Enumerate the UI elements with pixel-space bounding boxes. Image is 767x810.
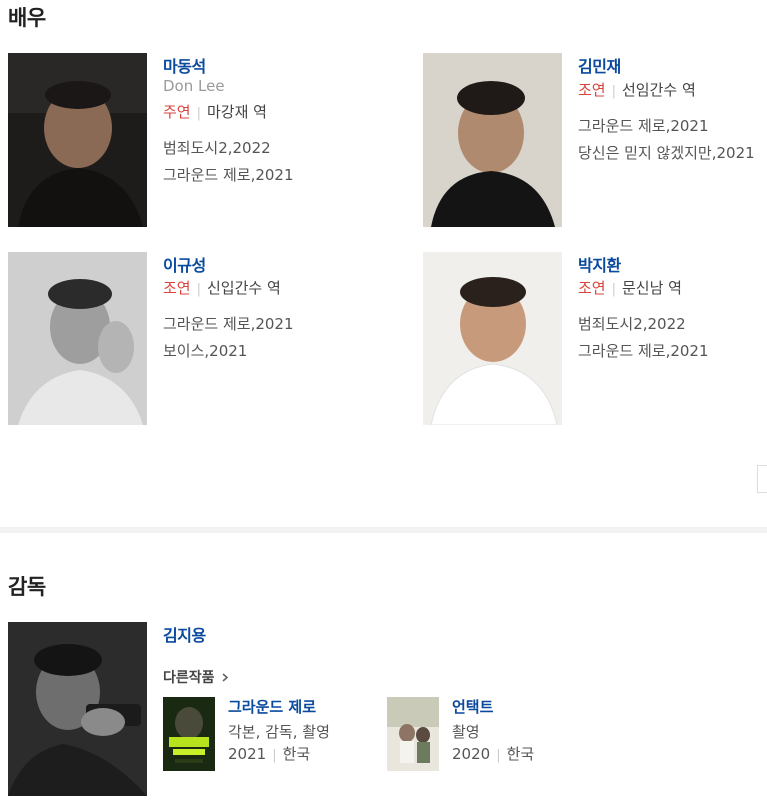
role-type-badge: 조연 [578,81,606,99]
actor-works-list: 범죄도시2,2022 그라운드 제로,2021 [578,311,709,365]
carousel-next-button[interactable] [757,465,767,493]
chevron-right-icon [222,670,229,686]
film-poster-ground-zero[interactable] [163,697,215,771]
work-link[interactable]: 보이스,2021 [163,338,294,365]
cast-section-title: 배우 [8,6,46,30]
character-name: 신입간수 역 [207,279,281,297]
actor-name-link[interactable]: 마동석 [163,53,206,77]
separator: | [196,106,201,121]
film-year-country: 2020 | 한국 [452,742,534,768]
film-title-link[interactable]: 그라운드 제로 [228,696,316,717]
actor-role-line: 조연 | 신입간수 역 [163,277,281,298]
film-poster-untact[interactable] [387,697,439,771]
separator: | [272,748,277,763]
separator: | [496,748,501,763]
work-link[interactable]: 그라운드 제로,2021 [578,113,755,140]
other-works-link[interactable]: 다른작품 [163,667,229,687]
actor-name-link[interactable]: 김민재 [578,53,621,77]
work-link[interactable]: 그라운드 제로,2021 [578,338,709,365]
actor-role-line: 주연 | 마강재 역 [163,101,267,122]
actor-works-list: 그라운드 제로,2021 당신은 믿지 않겠지만,2021 [578,113,755,167]
actor-name-link[interactable]: 박지환 [578,252,621,276]
work-link[interactable]: 그라운드 제로,2021 [163,162,294,189]
work-link[interactable]: 범죄도시2,2022 [578,311,709,338]
actor-english-name: Don Lee [163,77,225,95]
film-roles: 촬영 [452,723,480,741]
actor-photo-kim-min-jae[interactable] [423,53,562,227]
work-link[interactable]: 그라운드 제로,2021 [163,311,294,338]
character-name: 문신남 역 [622,279,682,297]
role-type-badge: 조연 [578,279,606,297]
role-type-badge: 조연 [163,279,191,297]
actor-name-link[interactable]: 이규성 [163,252,206,276]
film-year: 2020 [452,745,491,763]
actor-photo-park-ji-hwan[interactable] [423,252,562,425]
film-year-country: 2021 | 한국 [228,742,310,768]
actor-photo-ma-dong-seok[interactable] [8,53,147,227]
film-country: 한국 [506,745,535,763]
film-title-link[interactable]: 언택트 [452,696,493,717]
actor-role-line: 조연 | 선임간수 역 [578,79,696,100]
character-name: 마강재 역 [207,103,267,121]
role-type-badge: 주연 [163,103,191,121]
film-roles: 각본, 감독, 촬영 [228,723,330,741]
separator: | [611,84,616,99]
separator: | [196,282,201,297]
separator: | [611,282,616,297]
director-name-link[interactable]: 김지용 [163,622,206,646]
actor-works-list: 범죄도시2,2022 그라운드 제로,2021 [163,135,294,189]
work-link[interactable]: 당신은 믿지 않겠지만,2021 [578,140,755,167]
work-link[interactable]: 범죄도시2,2022 [163,135,294,162]
other-works-label: 다른작품 [163,670,215,686]
actor-works-list: 그라운드 제로,2021 보이스,2021 [163,311,294,365]
character-name: 선임간수 역 [622,81,696,99]
director-photo[interactable] [8,622,147,796]
actor-role-line: 조연 | 문신남 역 [578,277,682,298]
film-country: 한국 [282,745,311,763]
section-divider [0,527,767,533]
director-section-title: 감독 [8,575,46,599]
actor-photo-lee-kyu-sung[interactable] [8,252,147,425]
film-year: 2021 [228,745,267,763]
